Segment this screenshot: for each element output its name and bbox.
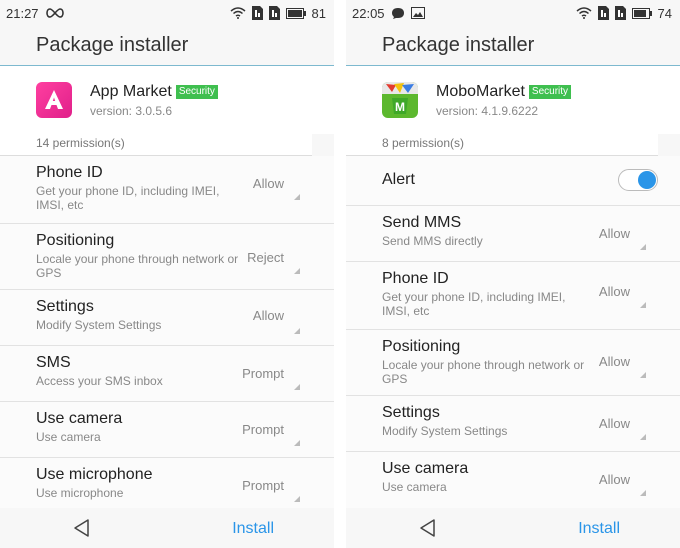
permission-list: Phone ID Get your phone ID, including IM… xyxy=(0,156,334,518)
page-title: Package installer xyxy=(346,26,680,66)
app-market-logo-icon xyxy=(36,82,72,118)
permission-item-camera[interactable]: Use camera Use camera Allow xyxy=(346,452,680,512)
permission-item-camera[interactable]: Use camera Use camera Prompt xyxy=(0,402,334,458)
battery-level: 81 xyxy=(311,5,326,21)
back-icon[interactable] xyxy=(72,518,92,538)
mobomarket-logo-icon: M xyxy=(382,82,418,118)
right-screen: 22:05 74 Package installer M MoboMarket … xyxy=(346,0,680,548)
permission-item-send-mms[interactable]: Send MMS Send MMS directly Allow xyxy=(346,206,680,262)
sim1-icon xyxy=(251,6,263,20)
battery-icon xyxy=(285,7,306,19)
dropdown-corner-icon xyxy=(640,490,646,496)
dropdown-corner-icon xyxy=(294,268,300,274)
permission-list: Alert Send MMS Send MMS directly Allow P… xyxy=(346,156,680,512)
permission-desc: Use microphone xyxy=(36,486,124,500)
permission-value: Prompt xyxy=(242,478,284,493)
sim1-icon xyxy=(597,6,609,20)
sim2-icon xyxy=(614,6,626,20)
page-title: Package installer xyxy=(0,26,334,66)
dropdown-corner-icon xyxy=(640,434,646,440)
permission-desc: Locale your phone through network or GPS xyxy=(36,252,239,280)
clock: 22:05 xyxy=(352,5,385,21)
permission-desc: Access your SMS inbox xyxy=(36,374,163,388)
permission-desc: Use camera xyxy=(36,430,101,444)
dropdown-corner-icon xyxy=(294,328,300,334)
svg-text:M: M xyxy=(395,100,405,114)
permission-desc: Get your phone ID, including IMEI, IMSI,… xyxy=(382,290,566,318)
permission-item-settings[interactable]: Settings Modify System Settings Allow xyxy=(0,290,334,346)
permission-desc: Send MMS directly xyxy=(382,234,483,248)
dropdown-corner-icon xyxy=(294,194,300,200)
permission-desc: Get your phone ID, including IMEI, IMSI,… xyxy=(36,184,220,212)
permission-value: Reject xyxy=(247,250,284,265)
alert-row[interactable]: Alert xyxy=(346,156,680,206)
infinity-icon xyxy=(45,8,65,18)
permission-name: SMS xyxy=(36,354,71,371)
status-bar: 21:27 81 xyxy=(0,0,334,26)
wifi-icon xyxy=(230,7,246,19)
back-icon[interactable] xyxy=(418,518,438,538)
permission-item-phone-id[interactable]: Phone ID Get your phone ID, including IM… xyxy=(0,156,334,224)
bottom-bar: Install xyxy=(0,508,334,548)
permission-value: Allow xyxy=(598,354,630,369)
dropdown-corner-icon xyxy=(640,302,646,308)
image-icon xyxy=(410,7,425,19)
permission-value: Allow xyxy=(252,308,284,323)
permission-name: Phone ID xyxy=(382,270,449,287)
permission-name: Settings xyxy=(36,298,94,315)
permission-name: Positioning xyxy=(382,338,461,355)
clock: 21:27 xyxy=(6,5,39,21)
security-badge: Security xyxy=(528,84,572,99)
bottom-bar: Install xyxy=(346,508,680,548)
permission-item-positioning[interactable]: Positioning Locale your phone through ne… xyxy=(0,224,334,290)
permission-item-positioning[interactable]: Positioning Locale your phone through ne… xyxy=(346,330,680,396)
permission-name: Send MMS xyxy=(382,214,462,231)
wifi-icon xyxy=(576,7,592,19)
permission-value: Allow xyxy=(598,416,630,431)
permission-count: 8 permission(s) xyxy=(346,134,658,156)
app-info: M MoboMarket Security version: 4.1.9.622… xyxy=(346,66,680,134)
dropdown-corner-icon xyxy=(294,496,300,502)
sim2-icon xyxy=(268,6,280,20)
permission-value: Allow xyxy=(598,472,630,487)
permission-desc: Modify System Settings xyxy=(382,424,508,438)
permission-value: Allow xyxy=(252,176,284,191)
permission-value: Prompt xyxy=(242,366,284,381)
alert-toggle[interactable] xyxy=(618,169,658,191)
permission-name: Use microphone xyxy=(36,466,153,483)
permission-value: Allow xyxy=(598,284,630,299)
status-bar: 22:05 74 xyxy=(346,0,680,26)
app-name: MoboMarket xyxy=(436,82,525,100)
permission-count: 14 permission(s) xyxy=(0,134,312,156)
dropdown-corner-icon xyxy=(640,244,646,250)
dropdown-corner-icon xyxy=(640,372,646,378)
toggle-knob xyxy=(638,171,656,189)
install-button[interactable]: Install xyxy=(578,520,620,538)
install-button[interactable]: Install xyxy=(232,520,274,538)
permission-name: Use camera xyxy=(382,460,469,477)
permission-name: Use camera xyxy=(36,410,123,427)
permission-value: Allow xyxy=(598,226,630,241)
battery-level: 74 xyxy=(657,5,672,21)
permission-item-sms[interactable]: SMS Access your SMS inbox Prompt xyxy=(0,346,334,402)
permission-name: Phone ID xyxy=(36,164,103,181)
permission-name: Positioning xyxy=(36,232,115,249)
app-info: App Market Security version: 3.0.5.6 xyxy=(0,66,334,134)
security-badge: Security xyxy=(175,84,218,99)
permission-desc: Use camera xyxy=(382,480,447,494)
app-version: version: 3.0.5.6 xyxy=(90,103,173,118)
app-name: App Market xyxy=(90,82,172,100)
permission-desc: Locale your phone through network or GPS xyxy=(382,358,585,386)
permission-value: Prompt xyxy=(242,422,284,437)
permission-name: Settings xyxy=(382,404,440,421)
battery-icon xyxy=(631,7,652,19)
permission-item-settings[interactable]: Settings Modify System Settings Allow xyxy=(346,396,680,452)
message-bubble-icon xyxy=(391,7,405,20)
app-version: version: 4.1.9.6222 xyxy=(436,103,539,118)
dropdown-corner-icon xyxy=(294,440,300,446)
permission-desc: Modify System Settings xyxy=(36,318,162,332)
left-screen: 21:27 81 Package installer App Market Se… xyxy=(0,0,334,548)
permission-item-phone-id[interactable]: Phone ID Get your phone ID, including IM… xyxy=(346,262,680,330)
dropdown-corner-icon xyxy=(294,384,300,390)
